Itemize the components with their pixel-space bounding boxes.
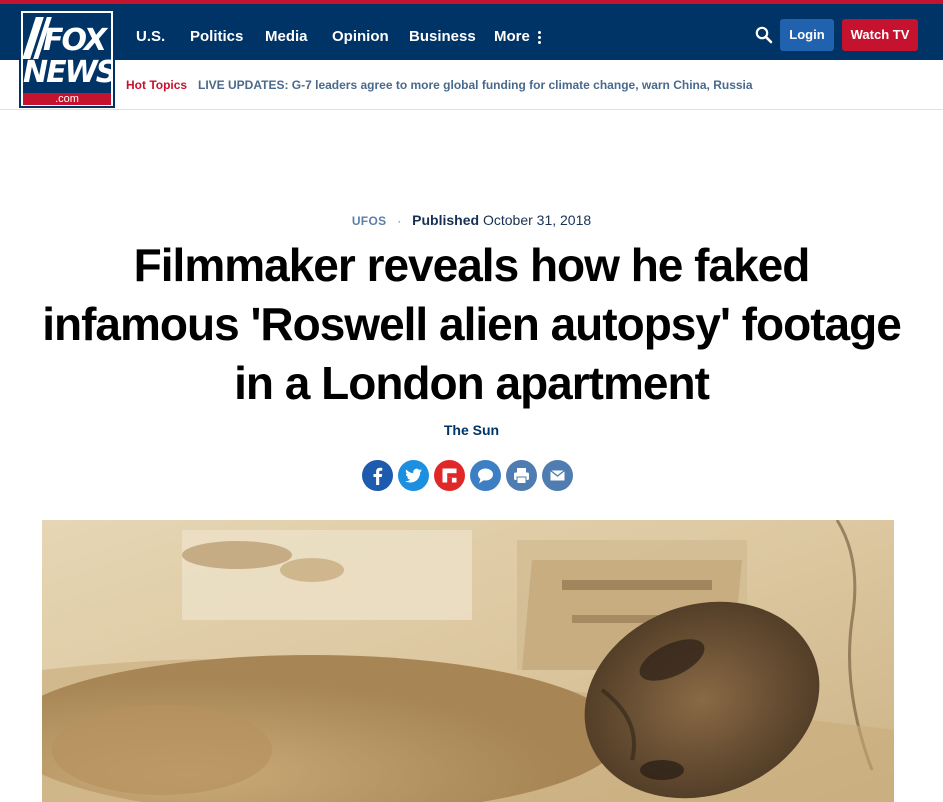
published-date: October 31, 2018 (482, 212, 592, 228)
nav-opinion[interactable]: Opinion (332, 28, 389, 46)
facebook-icon (362, 460, 393, 491)
flipboard-icon (434, 460, 465, 491)
comment-share-button[interactable] (470, 460, 501, 491)
eyebrow-separator: · (397, 214, 402, 228)
article-author[interactable]: The Sun (0, 422, 943, 438)
nav-us[interactable]: U.S. (136, 28, 165, 46)
print-icon (506, 460, 537, 491)
twitter-icon (398, 460, 429, 491)
published-label: Published (412, 212, 480, 228)
logo-text-news: NEWS (23, 55, 111, 90)
search-icon[interactable] (755, 26, 773, 44)
hot-topic-link[interactable]: LIVE UPDATES: G-7 leaders agree to more … (198, 78, 753, 92)
article-headline: Filmmaker reveals how he faked infamous … (42, 239, 902, 409)
nav-business[interactable]: Business (409, 28, 476, 46)
email-icon (542, 460, 573, 491)
more-dots-icon[interactable] (538, 31, 542, 45)
flipboard-share-button[interactable] (434, 460, 465, 491)
watch-tv-button[interactable]: Watch TV (842, 19, 918, 51)
nav-media[interactable]: Media (265, 28, 308, 46)
nav-more[interactable]: More (494, 28, 530, 46)
logo-domain: .com (23, 93, 111, 105)
logo-box: FOX NEWS (23, 13, 111, 93)
hot-topics-bar: Hot Topics LIVE UPDATES: G-7 leaders agr… (0, 60, 943, 110)
main-navbar: U.S. Politics Media Opinion Business Mor… (0, 4, 943, 60)
email-share-button[interactable] (542, 460, 573, 491)
comment-icon (470, 460, 501, 491)
article-eyebrow: UFOS · Published October 31, 2018 (0, 212, 943, 228)
category-link[interactable]: UFOS (352, 214, 387, 228)
fox-news-logo[interactable]: FOX NEWS .com (19, 9, 115, 108)
article-hero-image[interactable] (42, 520, 894, 802)
alien-autopsy-photo (42, 520, 894, 802)
logo-text-fox: FOX (42, 23, 107, 58)
print-button[interactable] (506, 460, 537, 491)
nav-politics[interactable]: Politics (190, 28, 243, 46)
hot-topics-label: Hot Topics (126, 78, 188, 92)
login-button[interactable]: Login (780, 19, 834, 51)
twitter-share-button[interactable] (398, 460, 429, 491)
facebook-share-button[interactable] (362, 460, 393, 491)
